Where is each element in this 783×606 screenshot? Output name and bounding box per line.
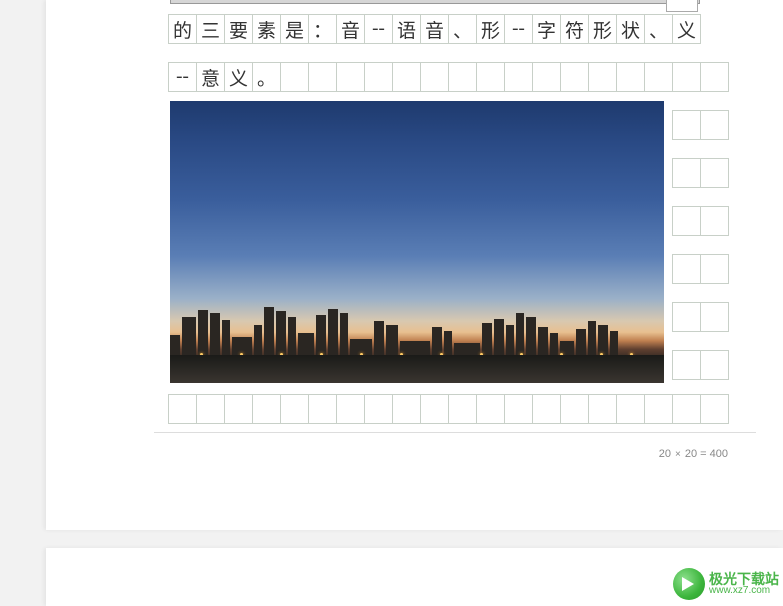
water-reflection: [170, 355, 664, 383]
grid-cell: [393, 394, 421, 424]
grid-cell: [701, 62, 729, 92]
grid-cell: [393, 62, 421, 92]
grid-cell: [449, 394, 477, 424]
cityscape-image: [170, 101, 664, 383]
grid-cell: [533, 62, 561, 92]
watermark-logo-icon: [673, 568, 705, 600]
grid-cell: [253, 394, 281, 424]
grid-cell: [701, 302, 729, 332]
grid-row-1: 的 三 要 素 是 ： 音 -- 语 音 、 形 -- 字 符 形 状 、 义: [168, 14, 701, 44]
grid-cell: [645, 62, 673, 92]
grid-count: 20 × 20 = 400: [659, 448, 728, 460]
grid-cell: [365, 394, 393, 424]
grid-cell: 语: [393, 14, 421, 44]
grid-cell: [281, 62, 309, 92]
grid-cell: --: [365, 14, 393, 44]
grid-cell: [561, 62, 589, 92]
grid-cell: --: [169, 62, 197, 92]
grid-row-partial: [672, 254, 729, 284]
grid-cell: [673, 158, 701, 188]
total-expr: 20 = 400: [685, 448, 728, 460]
grid-cell: --: [505, 14, 533, 44]
grid-cell: [169, 394, 197, 424]
grid-cell: [701, 158, 729, 188]
grid-cell: [337, 62, 365, 92]
grid-cell: [617, 394, 645, 424]
grid-cell: 意: [197, 62, 225, 92]
grid-cell: [309, 394, 337, 424]
grid-cell: 是: [281, 14, 309, 44]
grid-cell: 形: [477, 14, 505, 44]
grid-row-empty: [168, 394, 729, 424]
grid-cell: 、: [449, 14, 477, 44]
grid-cell: 要: [225, 14, 253, 44]
grid-cell: 三: [197, 14, 225, 44]
grid-cell: [673, 62, 701, 92]
grid-cell: 义: [673, 14, 701, 44]
grid-cell: [505, 394, 533, 424]
grid-cell: [589, 62, 617, 92]
grid-cell: [449, 62, 477, 92]
grid-cell: 符: [561, 14, 589, 44]
grid-cell: [421, 394, 449, 424]
grid-cell: [197, 394, 225, 424]
grid-cell: 状: [617, 14, 645, 44]
watermark-url: www.xz7.com: [709, 586, 779, 596]
grid-cell: [225, 394, 253, 424]
grid-cell: 。: [253, 62, 281, 92]
grid-cell: [561, 394, 589, 424]
grid-cell: 音: [337, 14, 365, 44]
multiply-icon: ×: [675, 449, 681, 460]
grid-cell: [673, 350, 701, 380]
grid-cell: ：: [309, 14, 337, 44]
inserted-image[interactable]: [170, 101, 664, 383]
textbox-selection[interactable]: [170, 0, 700, 4]
grid-cell: [477, 62, 505, 92]
grid-cell: [589, 394, 617, 424]
grid-cell: [673, 254, 701, 284]
grid-cell: 形: [589, 14, 617, 44]
grid-cell: [701, 110, 729, 140]
grid-cell: [701, 254, 729, 284]
grid-cell: [533, 394, 561, 424]
grid-cell: 音: [421, 14, 449, 44]
grid-cell: [673, 110, 701, 140]
grid-cell: [673, 206, 701, 236]
watermark: 极光下载站 www.xz7.com: [673, 568, 779, 600]
divider: [154, 432, 756, 433]
grid-cell: [337, 394, 365, 424]
grid-cell: [645, 394, 673, 424]
grid-cell: [421, 62, 449, 92]
grid-cell: [673, 302, 701, 332]
grid-cell: [477, 394, 505, 424]
grid-cell: [701, 350, 729, 380]
grid-cell: [505, 62, 533, 92]
grid-row-partial: [672, 158, 729, 188]
grid-cell: 素: [253, 14, 281, 44]
grid-cell: [281, 394, 309, 424]
grid-row-partial: [672, 206, 729, 236]
grid-cell: [617, 62, 645, 92]
grid-cell: [365, 62, 393, 92]
cols-count: 20: [659, 448, 671, 460]
skyline: [170, 295, 664, 355]
grid-cell: 义: [225, 62, 253, 92]
grid-cell: 字: [533, 14, 561, 44]
grid-cell: [701, 206, 729, 236]
grid-cell: 、: [645, 14, 673, 44]
grid-row-partial: [672, 350, 729, 380]
textbox-handle[interactable]: [666, 0, 698, 12]
grid-cell: [701, 394, 729, 424]
grid-cell: [309, 62, 337, 92]
grid-row-partial: [672, 302, 729, 332]
grid-cell: [673, 394, 701, 424]
grid-row-2: -- 意 义 。: [168, 62, 729, 92]
grid-row-partial: [672, 110, 729, 140]
watermark-name: 极光下载站: [709, 572, 779, 586]
grid-cell: 的: [169, 14, 197, 44]
